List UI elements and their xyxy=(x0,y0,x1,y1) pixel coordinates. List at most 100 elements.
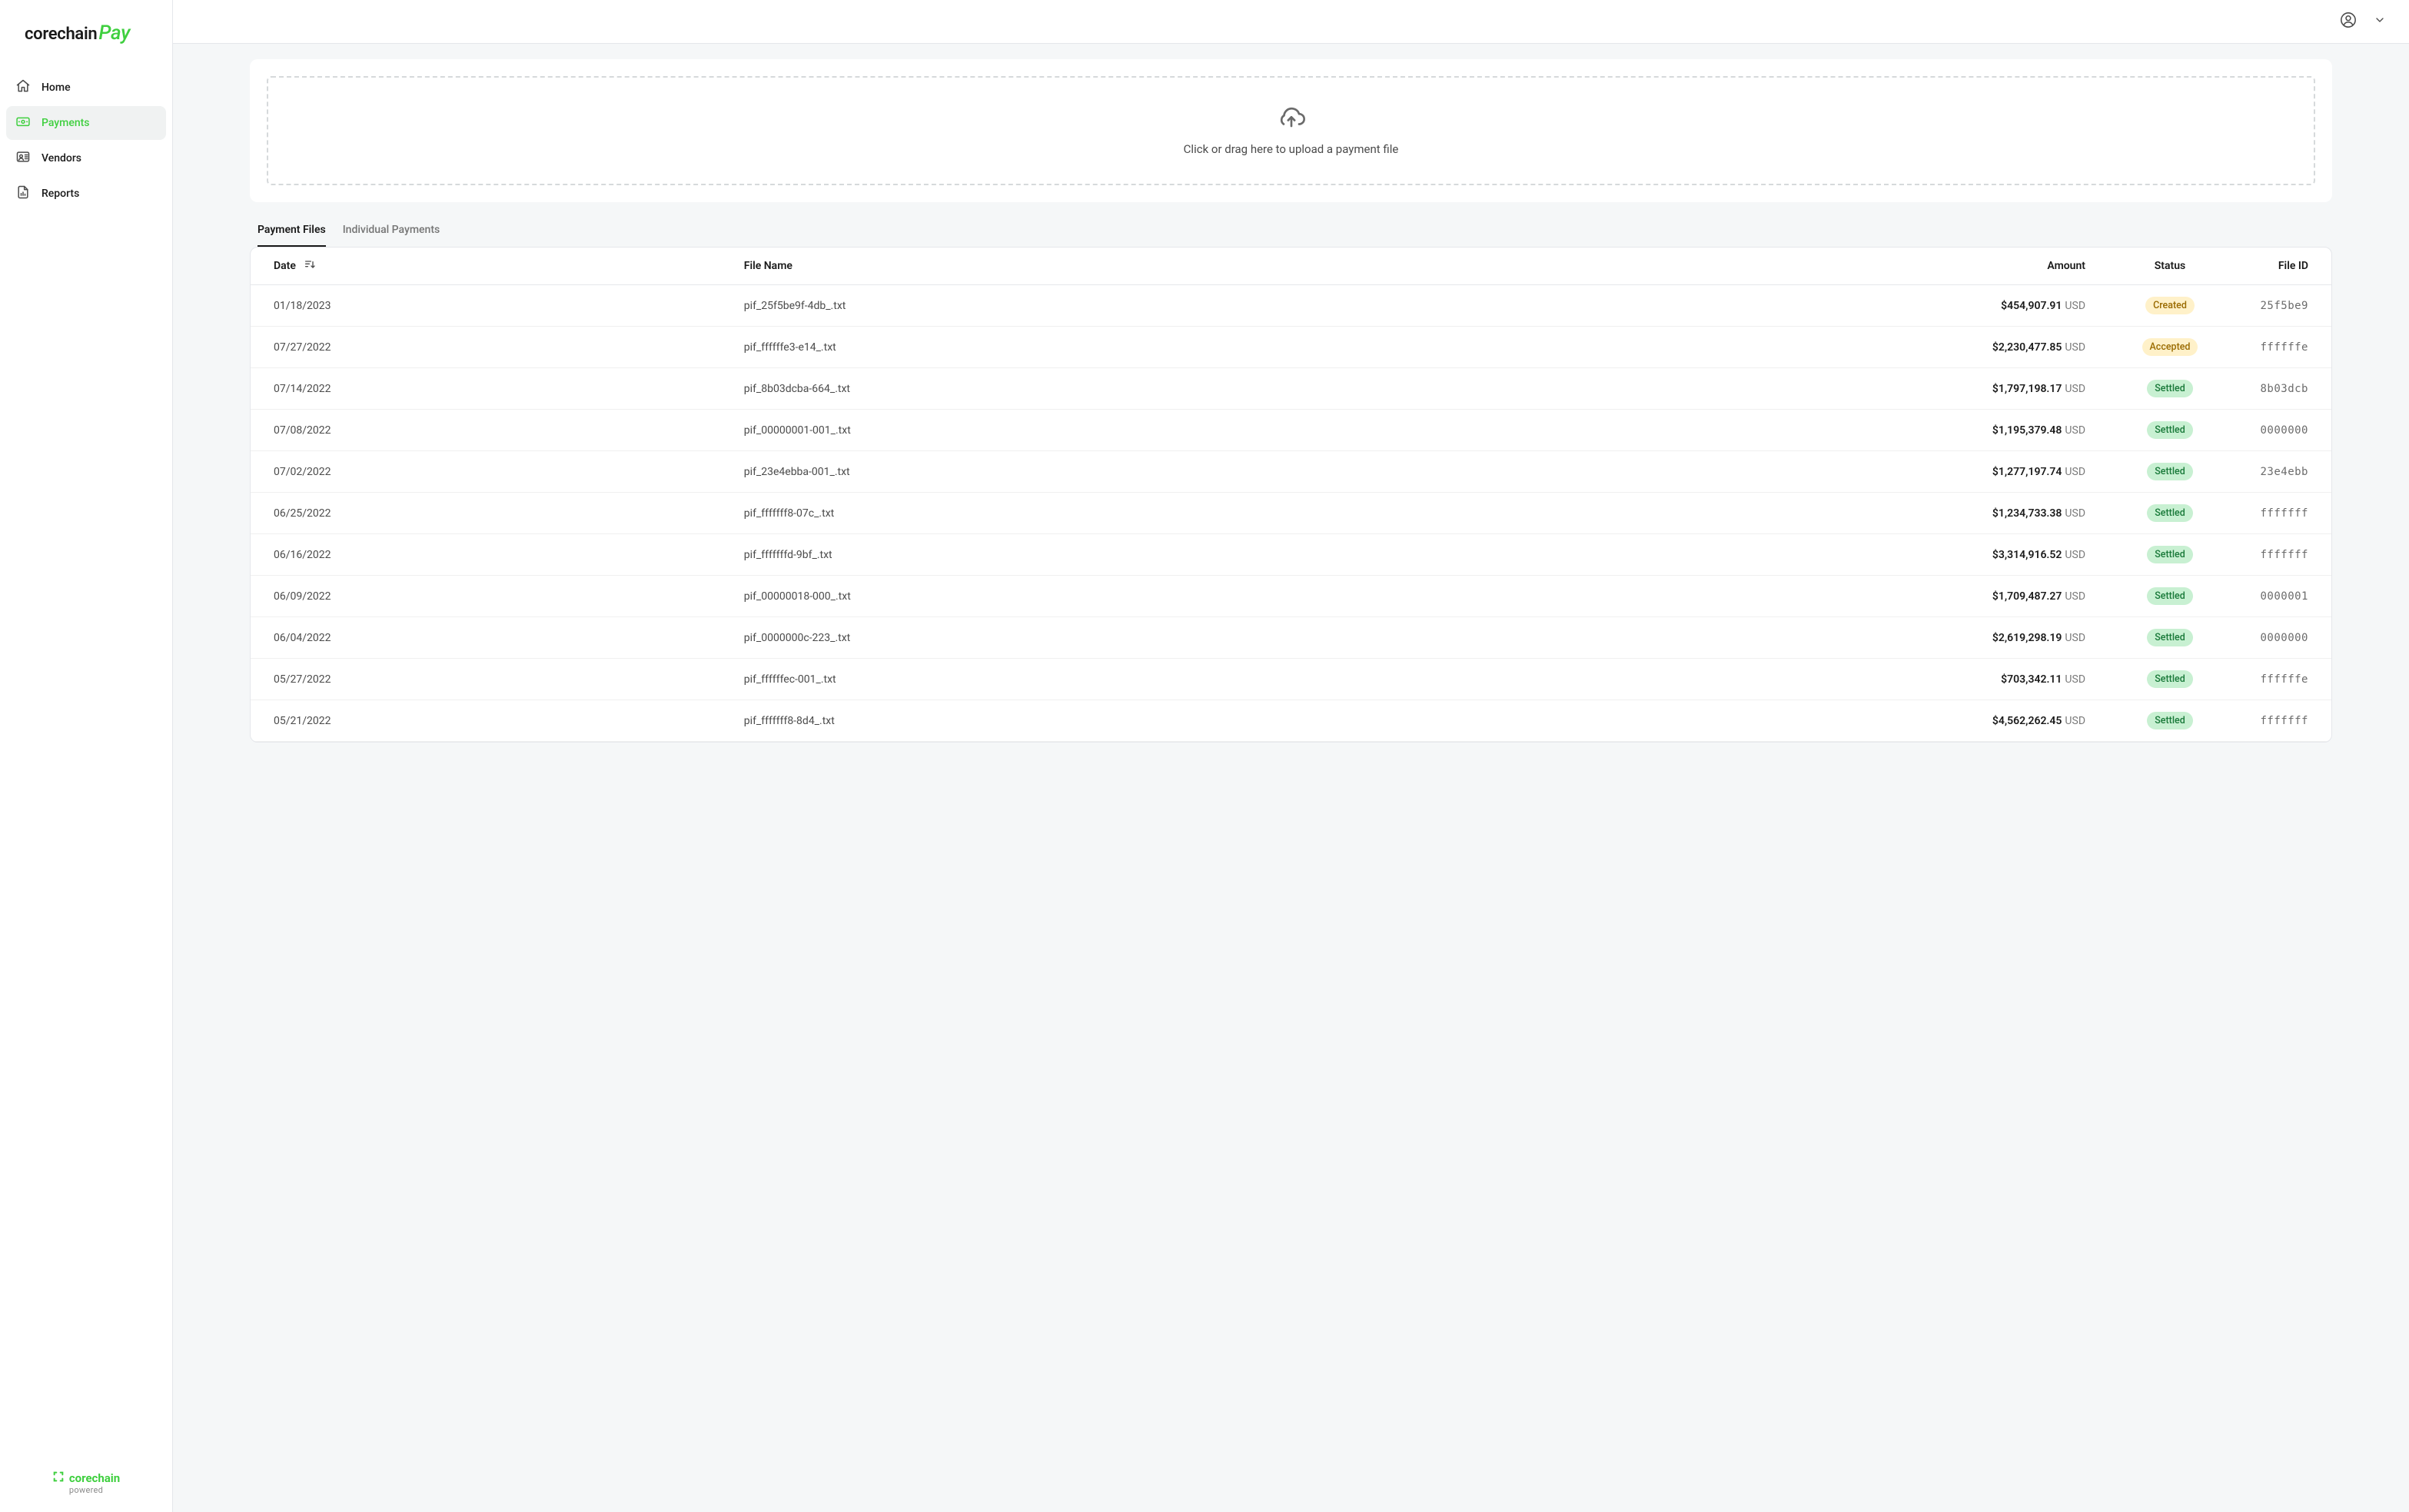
cell-status: Settled xyxy=(2116,617,2224,659)
cell-date: 06/16/2022 xyxy=(251,534,730,576)
home-icon xyxy=(15,78,31,97)
sidebar-item-vendors[interactable]: Vendors xyxy=(6,141,166,175)
status-badge: Settled xyxy=(2147,712,2193,729)
table-row[interactable]: 05/21/2022pif_fffffff8-8d4_.txt$4,562,26… xyxy=(251,700,2331,742)
table-row[interactable]: 06/09/2022pif_00000018-000_.txt$1,709,48… xyxy=(251,576,2331,617)
table-row[interactable]: 06/04/2022pif_0000000c-223_.txt$2,619,29… xyxy=(251,617,2331,659)
corechain-mark-icon xyxy=(52,1470,65,1486)
cell-status: Settled xyxy=(2116,700,2224,742)
cell-filename: pif_25f5be9f-4db_.txt xyxy=(730,285,1415,327)
payments-icon xyxy=(15,114,31,132)
brand-logo: corechainPay xyxy=(0,0,172,63)
cell-date: 06/09/2022 xyxy=(251,576,730,617)
cell-filename: pif_ffffffec-001_.txt xyxy=(730,659,1415,700)
upload-prompt: Click or drag here to upload a payment f… xyxy=(1184,142,1399,156)
cell-date: 07/27/2022 xyxy=(251,327,730,368)
cell-amount: $454,907.91USD xyxy=(1415,285,2116,327)
cell-status: Settled xyxy=(2116,576,2224,617)
cell-amount: $4,562,262.45USD xyxy=(1415,700,2116,742)
tab-individual-payments[interactable]: Individual Payments xyxy=(343,216,440,247)
footer-powered: powered xyxy=(0,1485,172,1495)
cell-filename: pif_23e4ebba-001_.txt xyxy=(730,451,1415,493)
cell-amount: $1,195,379.48USD xyxy=(1415,410,2116,451)
cell-status: Settled xyxy=(2116,659,2224,700)
cell-amount: $1,797,198.17USD xyxy=(1415,368,2116,410)
cell-fileid: 0000000 xyxy=(2224,410,2331,451)
cell-amount: $3,314,916.52USD xyxy=(1415,534,2116,576)
tabs: Payment Files Individual Payments xyxy=(250,216,2332,247)
cell-amount: $703,342.11USD xyxy=(1415,659,2116,700)
cell-filename: pif_fffffff8-8d4_.txt xyxy=(730,700,1415,742)
status-badge: Settled xyxy=(2147,670,2193,688)
status-badge: Settled xyxy=(2147,587,2193,605)
col-fileid[interactable]: File ID xyxy=(2224,248,2331,285)
status-badge: Created xyxy=(2145,297,2195,314)
sidebar-item-label: Payments xyxy=(42,117,90,129)
sidebar-item-payments[interactable]: Payments xyxy=(6,106,166,140)
cell-fileid: 0000001 xyxy=(2224,576,2331,617)
cell-date: 05/27/2022 xyxy=(251,659,730,700)
sidebar-item-label: Home xyxy=(42,81,71,94)
cell-filename: pif_00000001-001_.txt xyxy=(730,410,1415,451)
col-amount[interactable]: Amount xyxy=(1415,248,2116,285)
status-badge: Settled xyxy=(2147,546,2193,563)
cell-date: 05/21/2022 xyxy=(251,700,730,742)
cell-date: 06/04/2022 xyxy=(251,617,730,659)
sidebar-item-home[interactable]: Home xyxy=(6,71,166,105)
table-row[interactable]: 07/02/2022pif_23e4ebba-001_.txt$1,277,19… xyxy=(251,451,2331,493)
cell-fileid: ffffffe xyxy=(2224,659,2331,700)
table-row[interactable]: 07/27/2022pif_ffffffe3-e14_.txt$2,230,47… xyxy=(251,327,2331,368)
cell-fileid: fffffff xyxy=(2224,493,2331,534)
reports-icon xyxy=(15,184,31,203)
sidebar-item-reports[interactable]: Reports xyxy=(6,177,166,211)
cell-fileid: ffffffe xyxy=(2224,327,2331,368)
cell-date: 07/14/2022 xyxy=(251,368,730,410)
cell-status: Accepted xyxy=(2116,327,2224,368)
col-status[interactable]: Status xyxy=(2116,248,2224,285)
status-badge: Settled xyxy=(2147,504,2193,522)
cell-amount: $2,230,477.85USD xyxy=(1415,327,2116,368)
cell-filename: pif_0000000c-223_.txt xyxy=(730,617,1415,659)
cell-fileid: 25f5be9 xyxy=(2224,285,2331,327)
profile-icon[interactable] xyxy=(2340,12,2357,32)
cell-amount: $1,709,487.27USD xyxy=(1415,576,2116,617)
table-row[interactable]: 01/18/2023pif_25f5be9f-4db_.txt$454,907.… xyxy=(251,285,2331,327)
brand-text-1: corechain xyxy=(25,25,97,44)
cell-status: Settled xyxy=(2116,493,2224,534)
cell-filename: pif_8b03dcba-664_.txt xyxy=(730,368,1415,410)
cell-date: 07/02/2022 xyxy=(251,451,730,493)
cell-status: Settled xyxy=(2116,534,2224,576)
status-badge: Settled xyxy=(2147,380,2193,397)
cell-status: Settled xyxy=(2116,410,2224,451)
cell-status: Settled xyxy=(2116,368,2224,410)
cell-date: 07/08/2022 xyxy=(251,410,730,451)
brand-text-2: Pay xyxy=(98,22,130,45)
chevron-down-icon[interactable] xyxy=(2374,14,2386,29)
cell-amount: $2,619,298.19USD xyxy=(1415,617,2116,659)
cell-filename: pif_fffffffd-9bf_.txt xyxy=(730,534,1415,576)
cell-status: Settled xyxy=(2116,451,2224,493)
col-filename[interactable]: File Name xyxy=(730,248,1415,285)
table-row[interactable]: 05/27/2022pif_ffffffec-001_.txt$703,342.… xyxy=(251,659,2331,700)
tab-payment-files[interactable]: Payment Files xyxy=(258,216,326,247)
cell-filename: pif_00000018-000_.txt xyxy=(730,576,1415,617)
cell-filename: pif_ffffffe3-e14_.txt xyxy=(730,327,1415,368)
status-badge: Accepted xyxy=(2142,338,2198,356)
table-row[interactable]: 06/16/2022pif_fffffffd-9bf_.txt$3,314,91… xyxy=(251,534,2331,576)
upload-card: Click or drag here to upload a payment f… xyxy=(250,59,2332,202)
table-row[interactable]: 06/25/2022pif_fffffff8-07c_.txt$1,234,73… xyxy=(251,493,2331,534)
status-badge: Settled xyxy=(2147,463,2193,480)
sort-desc-icon xyxy=(304,258,316,274)
cell-amount: $1,234,733.38USD xyxy=(1415,493,2116,534)
cell-fileid: 8b03dcb xyxy=(2224,368,2331,410)
table-row[interactable]: 07/08/2022pif_00000001-001_.txt$1,195,37… xyxy=(251,410,2331,451)
upload-dropzone[interactable]: Click or drag here to upload a payment f… xyxy=(267,76,2315,185)
sidebar-item-label: Vendors xyxy=(42,152,81,164)
table-row[interactable]: 07/14/2022pif_8b03dcba-664_.txt$1,797,19… xyxy=(251,368,2331,410)
footer-brand: corechain xyxy=(69,1471,120,1485)
cell-fileid: 23e4ebb xyxy=(2224,451,2331,493)
col-date[interactable]: Date xyxy=(251,248,730,285)
cloud-upload-icon xyxy=(1276,105,1307,135)
cell-date: 01/18/2023 xyxy=(251,285,730,327)
cell-status: Created xyxy=(2116,285,2224,327)
